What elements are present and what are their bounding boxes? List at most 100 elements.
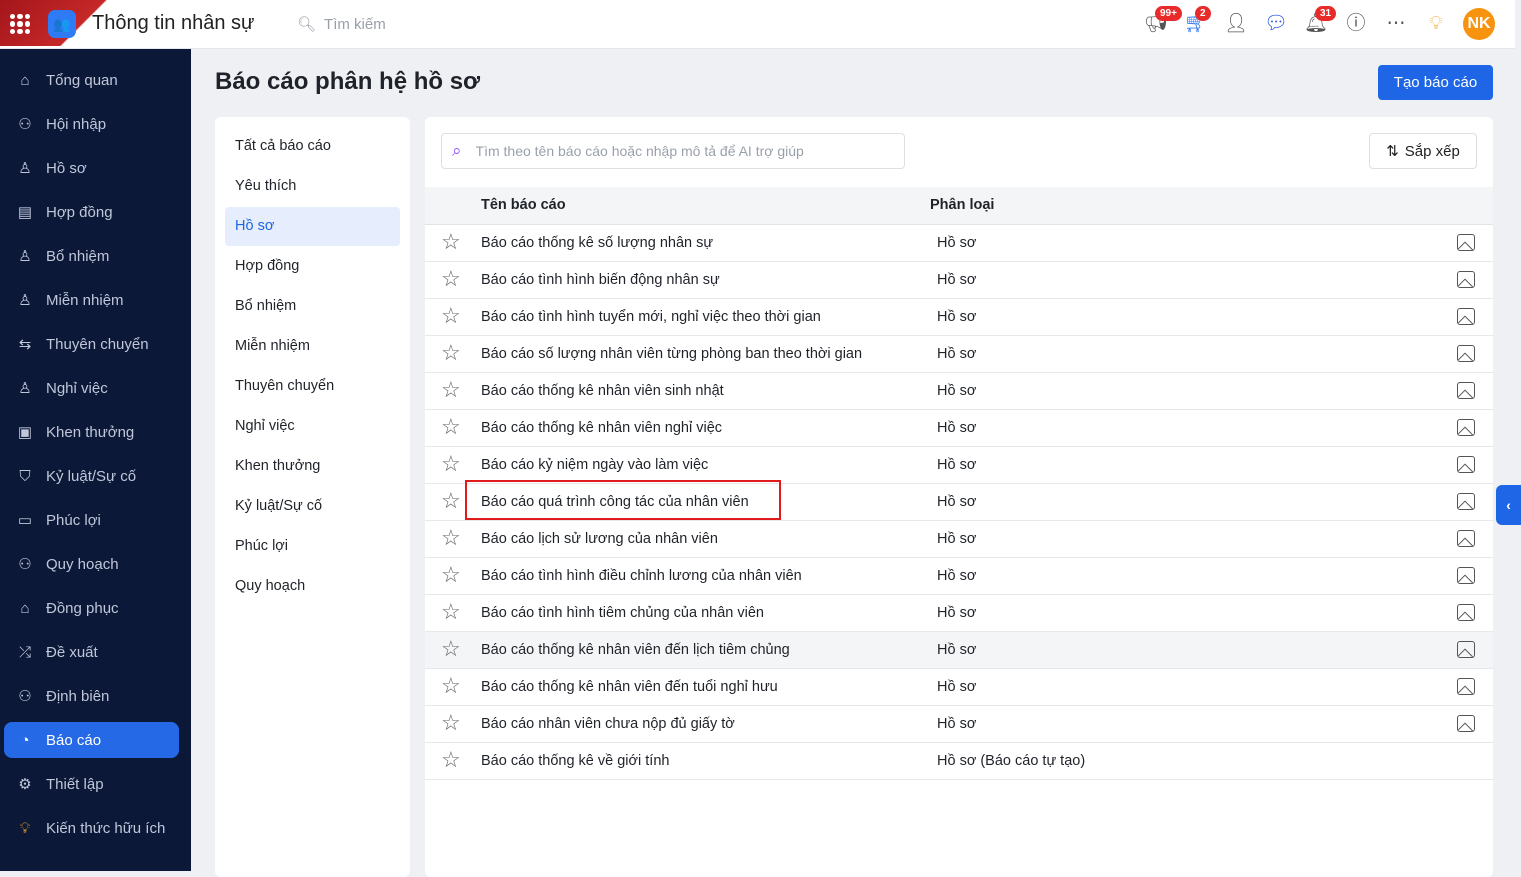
category-item[interactable]: Quy hoạch [225, 567, 400, 606]
star-icon[interactable]: ☆ [441, 490, 461, 512]
add-user-icon[interactable]: 👤︎ [1223, 11, 1249, 37]
category-item[interactable]: Hợp đồng [225, 247, 400, 286]
star-icon[interactable]: ☆ [441, 231, 461, 253]
sidebar-item[interactable]: ♙ Bổ nhiệm [4, 238, 179, 274]
image-icon[interactable] [1457, 641, 1475, 658]
cart-icon[interactable]: 🛒︎ 2 [1183, 6, 1211, 37]
chat-icon[interactable]: 💬︎ [1263, 11, 1289, 37]
star-icon[interactable]: ☆ [441, 305, 461, 327]
image-icon[interactable] [1457, 382, 1475, 399]
star-icon[interactable]: ☆ [441, 379, 461, 401]
image-icon[interactable] [1457, 234, 1475, 251]
report-name[interactable]: Báo cáo thống kê về giới tính [481, 753, 669, 769]
star-icon[interactable]: ☆ [441, 638, 461, 660]
sidebar-item[interactable]: ⌂ Đồng phục [4, 590, 179, 626]
table-row[interactable]: ☆ Báo cáo số lượng nhân viên từng phòng b… [425, 336, 1493, 373]
global-search[interactable]: 🔍︎ Tìm kiếm [297, 15, 386, 34]
sidebar-item[interactable]: ♙ Miễn nhiệm [4, 282, 179, 318]
table-row[interactable]: ☆ Báo cáo thống kê nhân viên đến tuổi ngh… [425, 669, 1493, 706]
table-row[interactable]: ☆ Báo cáo thống kê về giới tính Hồ sơ (Báo… [425, 743, 1493, 780]
sidebar-item[interactable]: ⌂ Tổng quan [4, 62, 179, 98]
category-item[interactable]: Yêu thích [225, 167, 400, 206]
sidebar-item[interactable]: ⚇ Định biên [4, 678, 179, 714]
report-name[interactable]: Báo cáo thống kê nhân viên nghỉ việc [481, 420, 722, 436]
report-name[interactable]: Báo cáo tình hình biến động nhân sự [481, 272, 720, 288]
category-item[interactable]: Hồ sơ [225, 207, 400, 246]
report-name[interactable]: Báo cáo quá trình công tác của nhân viên [481, 494, 749, 510]
category-item[interactable]: Kỷ luật/Sự cố [225, 487, 400, 526]
report-name[interactable]: Báo cáo lịch sử lương của nhân viên [481, 531, 718, 547]
table-row[interactable]: ☆ Báo cáo thống kê nhân viên đến lịch tiê… [425, 632, 1493, 669]
category-item[interactable]: Thuyên chuyển [225, 367, 400, 406]
report-name[interactable]: Báo cáo số lượng nhân viên từng phòng ba… [481, 346, 862, 362]
image-icon[interactable] [1457, 419, 1475, 436]
image-icon[interactable] [1457, 493, 1475, 510]
collapse-panel-button[interactable]: ‹ [1496, 485, 1521, 525]
image-icon[interactable] [1457, 271, 1475, 288]
category-item[interactable]: Khen thưởng [225, 447, 400, 486]
table-row[interactable]: ☆ Báo cáo thống kê số lượng nhân sự Hồ sơ [425, 225, 1493, 262]
category-item[interactable]: Miễn nhiệm [225, 327, 400, 366]
table-row[interactable]: ☆ Báo cáo tình hình điều chỉnh lương của … [425, 558, 1493, 595]
image-icon[interactable] [1457, 456, 1475, 473]
table-row[interactable]: ☆ Báo cáo kỷ niệm ngày vào làm việc Hồ sơ [425, 447, 1493, 484]
sidebar-item[interactable]: ⚇ Hội nhập [4, 106, 179, 142]
more-icon[interactable]: ⋯ [1383, 11, 1409, 37]
sort-button[interactable]: ⇅ Sắp xếp [1369, 133, 1477, 169]
avatar[interactable]: NK [1463, 8, 1495, 40]
report-name[interactable]: Báo cáo thống kê nhân viên sinh nhật [481, 383, 724, 399]
bell-icon[interactable]: 🔔︎ 31 [1303, 6, 1337, 37]
category-item[interactable]: Bổ nhiệm [225, 287, 400, 326]
table-row[interactable]: ☆ Báo cáo thống kê nhân viên nghỉ việc Hồ … [425, 410, 1493, 447]
category-item[interactable]: Tất cả báo cáo [225, 127, 400, 166]
report-name[interactable]: Báo cáo nhân viên chưa nộp đủ giấy tờ [481, 716, 735, 732]
app-grid-icon[interactable] [10, 14, 30, 34]
category-item[interactable]: Nghỉ việc [225, 407, 400, 446]
image-icon[interactable] [1457, 308, 1475, 325]
sidebar-item[interactable]: ⛉ Kỷ luật/Sự cố [4, 458, 179, 494]
sidebar-item[interactable]: ▣ Khen thưởng [4, 414, 179, 450]
star-icon[interactable]: ☆ [441, 527, 461, 549]
report-name[interactable]: Báo cáo kỷ niệm ngày vào làm việc [481, 457, 708, 473]
table-row[interactable]: ☆ Báo cáo tình hình tuyển mới, nghỉ việc … [425, 299, 1493, 336]
image-icon[interactable] [1457, 530, 1475, 547]
report-name[interactable]: Báo cáo tình hình tiêm chủng của nhân vi… [481, 605, 764, 621]
table-row[interactable]: ☆ Báo cáo tình hình tiêm chủng của nhân v… [425, 595, 1493, 632]
image-icon[interactable] [1457, 678, 1475, 695]
star-icon[interactable]: ☆ [441, 712, 461, 734]
star-icon[interactable]: ☆ [441, 564, 461, 586]
image-icon[interactable] [1457, 345, 1475, 362]
category-item[interactable]: Phúc lợi [225, 527, 400, 566]
sidebar-item[interactable]: ⚇ Quy hoạch [4, 546, 179, 582]
report-search[interactable]: ⌕ [441, 133, 905, 169]
sidebar-item[interactable]: ◔ Báo cáo [4, 722, 179, 758]
image-icon[interactable] [1457, 604, 1475, 621]
sidebar-item[interactable]: ♙ Nghỉ việc [4, 370, 179, 406]
table-row[interactable]: ☆ Báo cáo lịch sử lương của nhân viên Hồ s… [425, 521, 1493, 558]
sidebar-item[interactable]: ⚙ Thiết lập [4, 766, 179, 802]
sidebar-item[interactable]: ⤮ Đề xuất [4, 634, 179, 670]
image-icon[interactable] [1457, 715, 1475, 732]
megaphone-icon[interactable]: 📢︎ 99+ [1143, 6, 1182, 37]
create-report-button[interactable]: Tạo báo cáo [1378, 65, 1493, 100]
table-row[interactable]: ☆ Báo cáo thống kê nhân viên sinh nhật Hồ … [425, 373, 1493, 410]
star-icon[interactable]: ☆ [441, 268, 461, 290]
table-row[interactable]: ☆ Báo cáo nhân viên chưa nộp đủ giấy tờ Hồ… [425, 706, 1493, 743]
table-row[interactable]: ☆ Báo cáo quá trình công tác của nhân viê… [425, 484, 1493, 521]
lightbulb-icon[interactable]: 💡︎ [1423, 11, 1449, 37]
report-name[interactable]: Báo cáo thống kê nhân viên đến lịch tiêm… [481, 642, 790, 658]
help-icon[interactable]: ⓘ [1343, 11, 1369, 37]
report-name[interactable]: Báo cáo tình hình điều chỉnh lương của n… [481, 568, 802, 584]
report-name[interactable]: Báo cáo thống kê nhân viên đến tuổi nghỉ… [481, 679, 778, 695]
sidebar-item[interactable]: ⇆ Thuyên chuyển [4, 326, 179, 362]
image-icon[interactable] [1457, 567, 1475, 584]
sidebar-item[interactable]: 💡︎ Kiến thức hữu ích [4, 810, 179, 846]
report-name[interactable]: Báo cáo thống kê số lượng nhân sự [481, 235, 713, 251]
sidebar-item[interactable]: ♙ Hồ sơ [4, 150, 179, 186]
report-name[interactable]: Báo cáo tình hình tuyển mới, nghỉ việc t… [481, 309, 821, 325]
report-search-input[interactable] [475, 143, 876, 159]
star-icon[interactable]: ☆ [441, 749, 461, 771]
table-row[interactable]: ☆ Báo cáo tình hình biến động nhân sự Hồ s… [425, 262, 1493, 299]
sidebar-item[interactable]: ▤ Hợp đồng [4, 194, 179, 230]
star-icon[interactable]: ☆ [441, 416, 461, 438]
